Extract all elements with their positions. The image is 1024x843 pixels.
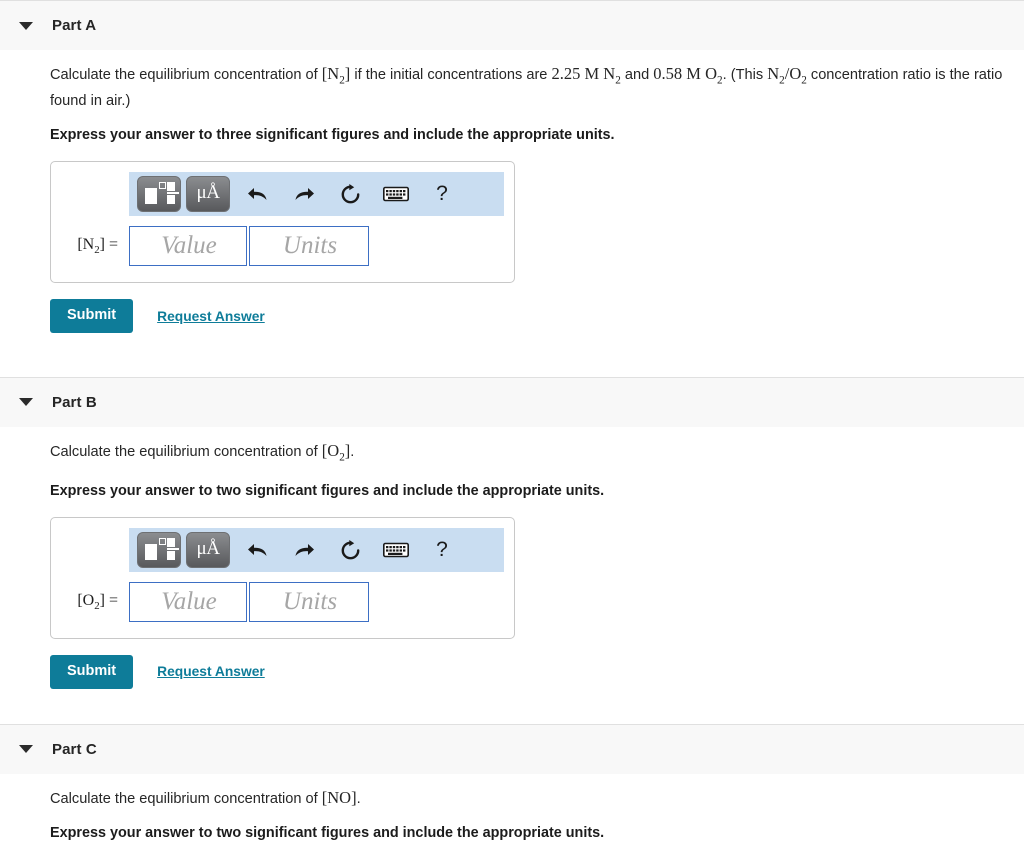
answer-box-a: μÅ ? [N2] = Value Units xyxy=(50,161,515,284)
q-seg: . (This xyxy=(722,67,768,83)
q-math-o2: [O2] xyxy=(321,440,351,464)
q-seg: if the initial concentrations are xyxy=(350,67,552,83)
part-body-a: Calculate the equilibrium concentration … xyxy=(0,50,1024,377)
answer-input-row-b: [O2] = Value Units xyxy=(51,572,514,638)
units-button[interactable]: μÅ xyxy=(186,176,230,213)
request-answer-link-b[interactable]: Request Answer xyxy=(157,664,265,679)
undo-icon[interactable] xyxy=(235,176,281,212)
answer-label-a: [N2] = xyxy=(77,236,118,257)
help-icon[interactable]: ? xyxy=(419,176,465,212)
collapse-triangle-icon-b[interactable] xyxy=(0,397,52,407)
q-math-no: [NO] xyxy=(321,787,357,807)
question-text-c: Calculate the equilibrium concentration … xyxy=(50,774,1024,810)
units-placeholder: Units xyxy=(282,232,338,260)
q-math-n2: [N2] xyxy=(321,64,351,87)
template-icon xyxy=(145,182,179,206)
q-math-initial-o2: 0.58 M O2 xyxy=(653,64,723,87)
undo-icon[interactable] xyxy=(235,532,281,568)
request-answer-link-a[interactable]: Request Answer xyxy=(157,309,265,324)
value-placeholder: Value xyxy=(161,232,217,260)
help-icon[interactable]: ? xyxy=(419,532,465,568)
part-body-c: Calculate the equilibrium concentration … xyxy=(0,774,1024,841)
part-body-b: Calculate the equilibrium concentration … xyxy=(0,427,1024,724)
math-toolbar-b: μÅ ? xyxy=(129,528,504,573)
q-seg: Calculate the equilibrium concentration … xyxy=(50,790,322,807)
q-math-ratio: N2/O2 xyxy=(767,64,807,87)
part-title-b: Part B xyxy=(52,393,97,411)
units-placeholder: Units xyxy=(282,588,338,616)
reset-icon[interactable] xyxy=(327,176,373,212)
q-seg: . xyxy=(350,443,355,460)
value-input-b[interactable]: Value xyxy=(129,582,247,623)
q-seg: and xyxy=(620,67,654,83)
submit-button-b[interactable]: Submit xyxy=(50,655,134,689)
instruction-b: Express your answer to two significant f… xyxy=(50,483,605,500)
question-parts-page: Part A Calculate the equilibrium concent… xyxy=(0,0,1024,843)
q-seg: Calculate the equilibrium concentration … xyxy=(50,443,322,460)
submit-button-a[interactable]: Submit xyxy=(50,299,134,333)
math-toolbar-a: μÅ ? xyxy=(129,172,504,217)
reset-icon[interactable] xyxy=(327,532,373,568)
math-template-button[interactable] xyxy=(137,532,181,569)
template-icon xyxy=(145,538,179,562)
units-input-a[interactable]: Units xyxy=(249,226,369,267)
submit-row-a: Submit Request Answer xyxy=(50,283,1024,333)
part-header-a[interactable]: Part A xyxy=(0,0,1024,50)
keyboard-icon[interactable] xyxy=(373,532,419,568)
answer-input-row-a: [N2] = Value Units xyxy=(51,216,514,282)
answer-label-b: [O2] = xyxy=(77,592,118,613)
collapse-triangle-icon-a[interactable] xyxy=(0,21,52,31)
q-seg: . xyxy=(356,790,361,807)
q-seg: Calculate the equilibrium concentration … xyxy=(50,67,322,83)
part-header-b[interactable]: Part B xyxy=(0,376,1024,427)
q-math-initial-n2: 2.25 M N2 xyxy=(551,64,621,87)
collapse-triangle-icon-c[interactable] xyxy=(0,744,52,754)
units-input-b[interactable]: Units xyxy=(249,582,369,623)
instruction-c: Express your answer to two significant f… xyxy=(50,824,605,841)
part-title-c: Part C xyxy=(52,740,97,758)
instruction-a: Express your answer to three significant… xyxy=(50,127,615,144)
part-header-c[interactable]: Part C xyxy=(0,723,1024,774)
value-input-a[interactable]: Value xyxy=(129,226,247,267)
submit-row-b: Submit Request Answer xyxy=(50,639,1024,689)
redo-icon[interactable] xyxy=(281,532,327,568)
question-text-a: Calculate the equilibrium concentration … xyxy=(50,50,1024,112)
part-title-a: Part A xyxy=(52,17,97,34)
keyboard-icon[interactable] xyxy=(373,176,419,212)
redo-icon[interactable] xyxy=(281,176,327,212)
answer-box-b: μÅ ? [O2] = Value Units xyxy=(50,517,515,640)
question-text-b: Calculate the equilibrium concentration … xyxy=(50,427,1024,468)
value-placeholder: Value xyxy=(161,588,217,616)
units-button[interactable]: μÅ xyxy=(186,532,230,569)
math-template-button[interactable] xyxy=(137,176,181,213)
